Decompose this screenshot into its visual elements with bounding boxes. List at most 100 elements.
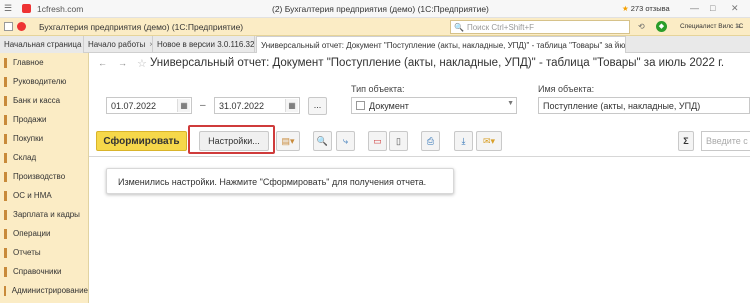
object-name-value: Поступление (акты, накладные, УПД) — [543, 100, 701, 111]
menu-icon[interactable]: ☰ — [4, 3, 16, 14]
chevron-down-icon[interactable]: ▼ — [507, 100, 514, 107]
date-from-field[interactable]: 01.07.2022 ▦ — [106, 97, 192, 114]
menu-marker-icon — [4, 228, 7, 239]
minimize-icon[interactable]: — — [690, 3, 699, 13]
page-title: Универсальный отчет: Документ "Поступлен… — [150, 57, 725, 69]
maximize-icon[interactable]: □ — [710, 3, 715, 13]
menu-marker-icon — [4, 57, 7, 68]
sidebar-item-label: Главное — [13, 58, 44, 67]
reviews-count: 273 отзыва — [630, 4, 670, 13]
sum-icon[interactable]: Σ — [678, 131, 694, 151]
object-type-value: Документ — [369, 100, 409, 111]
forward-icon[interactable]: → — [118, 58, 128, 68]
tab-start[interactable]: Начало работы× — [84, 36, 153, 53]
sidebar-item-director[interactable]: Руководителю — [0, 72, 88, 91]
favorite-icon[interactable]: ☆ — [137, 57, 147, 70]
tab-home[interactable]: Начальная страница — [0, 36, 84, 53]
find-next-icon[interactable]: ⤷ — [336, 131, 355, 151]
sidebar-item-payroll[interactable]: Зарплата и кадры — [0, 205, 88, 224]
sidebar-item-label: Склад — [13, 153, 37, 162]
menu-marker-icon — [4, 95, 7, 106]
sidebar-item-catalogs[interactable]: Справочники — [0, 262, 88, 281]
save-icon[interactable]: ⤓ — [454, 131, 473, 151]
sidebar-item-purchases[interactable]: Покупки — [0, 129, 88, 148]
menu-marker-icon — [4, 247, 7, 258]
period-select-button[interactable]: ... — [308, 97, 327, 115]
divider — [89, 156, 750, 157]
sidebar-item-label: Руководителю — [13, 77, 67, 86]
tab-report[interactable]: Универсальный отчет: Документ "Поступлен… — [256, 36, 626, 54]
tab-label: Начало работы — [88, 40, 146, 49]
menu-marker-icon — [4, 133, 7, 144]
generate-button[interactable]: Сформировать — [96, 131, 187, 151]
object-name-label: Имя объекта: — [538, 84, 595, 94]
browser-url[interactable]: 1cfresh.com — [37, 4, 83, 14]
sidebar-item-label: Банк и касса — [13, 96, 61, 105]
sidebar-item-admin[interactable]: Администрирование — [0, 281, 88, 300]
date-to-field[interactable]: 31.07.2022 ▦ — [214, 97, 300, 114]
sidebar-item-label: Производство — [13, 172, 66, 181]
app-menu-icon[interactable]: ≡ — [736, 22, 741, 31]
date-separator: – — [200, 100, 206, 111]
expand-groups-icon[interactable]: ▯ — [389, 131, 408, 151]
variant-menu-icon[interactable]: ▤▾ — [276, 131, 300, 151]
sidebar-item-operations[interactable]: Операции — [0, 224, 88, 243]
sidebar-item-label: Отчеты — [13, 248, 41, 257]
object-type-label: Тип объекта: — [351, 84, 405, 94]
settings-button[interactable]: Настройки... — [199, 131, 269, 151]
sidebar-item-assets[interactable]: ОС и НМА — [0, 186, 88, 205]
menu-marker-icon — [4, 114, 7, 125]
sidebar-item-label: Администрирование — [11, 286, 88, 295]
grid-icon[interactable] — [4, 22, 13, 31]
close-icon[interactable]: × — [614, 38, 619, 48]
sidebar-item-sales[interactable]: Продажи — [0, 110, 88, 129]
collapse-groups-icon[interactable]: ▭ — [368, 131, 387, 151]
star-icon: ★ — [622, 4, 629, 13]
browser-bar: ☰ 1cfresh.com (2) Бухгалтерия предприяти… — [0, 0, 750, 18]
print-icon[interactable]: ⎙ — [421, 131, 440, 151]
sidebar-item-label: Операции — [13, 229, 51, 238]
history-icon[interactable]: ⟲ — [638, 22, 645, 31]
app-bar: Бухгалтерия предприятия (демо) (1С:Предп… — [0, 18, 750, 36]
sidebar-item-warehouse[interactable]: Склад — [0, 148, 88, 167]
settings-changed-message: Изменились настройки. Нажмите "Сформиров… — [106, 168, 454, 194]
menu-marker-icon — [4, 285, 6, 296]
sidebar-item-production[interactable]: Производство — [0, 167, 88, 186]
browser-title: (2) Бухгалтерия предприятия (демо) (1С:П… — [272, 4, 489, 14]
report-search-input[interactable]: Введите с — [701, 131, 750, 151]
menu-marker-icon — [4, 76, 7, 87]
sidebar-item-reports[interactable]: Отчеты — [0, 243, 88, 262]
sidebar: Главное Руководителю Банк и касса Продаж… — [0, 53, 89, 303]
global-search-placeholder: Поиск Ctrl+Shift+F — [466, 22, 535, 32]
calendar-icon[interactable]: ▦ — [285, 99, 298, 112]
tab-whats-new[interactable]: Новое в версии 3.0.116.32× — [153, 36, 255, 53]
app-title: Бухгалтерия предприятия (демо) (1С:Предп… — [39, 21, 244, 32]
close-icon[interactable]: ✕ — [731, 3, 739, 14]
sidebar-item-label: Продажи — [13, 115, 47, 124]
find-icon[interactable]: 🔍 — [313, 131, 332, 151]
online-status-icon[interactable]: ◆ — [656, 21, 667, 32]
calendar-icon[interactable]: ▦ — [177, 99, 190, 112]
object-type-select[interactable]: Документ ▼ — [351, 97, 517, 114]
sidebar-item-main[interactable]: Главное — [0, 53, 88, 72]
email-icon[interactable]: ✉▾ — [476, 131, 502, 151]
tab-bar: Начальная страница Начало работы× Новое … — [0, 36, 750, 54]
menu-marker-icon — [4, 171, 7, 182]
site-logo-icon — [22, 4, 31, 13]
back-icon[interactable]: ← — [98, 58, 108, 68]
sidebar-item-bank[interactable]: Банк и касса — [0, 91, 88, 110]
date-from-value: 01.07.2022 — [111, 100, 157, 111]
reviews-badge[interactable]: ★ 273 отзыва — [622, 4, 670, 13]
object-name-field[interactable]: Поступление (акты, накладные, УПД) — [538, 97, 750, 114]
menu-marker-icon — [4, 152, 7, 163]
global-search-input[interactable]: 🔍 Поиск Ctrl+Shift+F — [450, 20, 630, 34]
menu-marker-icon — [4, 190, 7, 201]
tab-label: Новое в версии 3.0.116.32 — [157, 40, 255, 49]
search-icon: 🔍 — [454, 22, 464, 32]
tab-label: Универсальный отчет: Документ "Поступлен… — [261, 41, 626, 50]
menu-marker-icon — [4, 209, 7, 220]
user-name[interactable]: Специалист Вилс 1С — [680, 23, 743, 30]
date-to-value: 31.07.2022 — [219, 100, 265, 111]
checkbox-icon — [356, 101, 365, 110]
app-logo-icon — [17, 22, 26, 31]
